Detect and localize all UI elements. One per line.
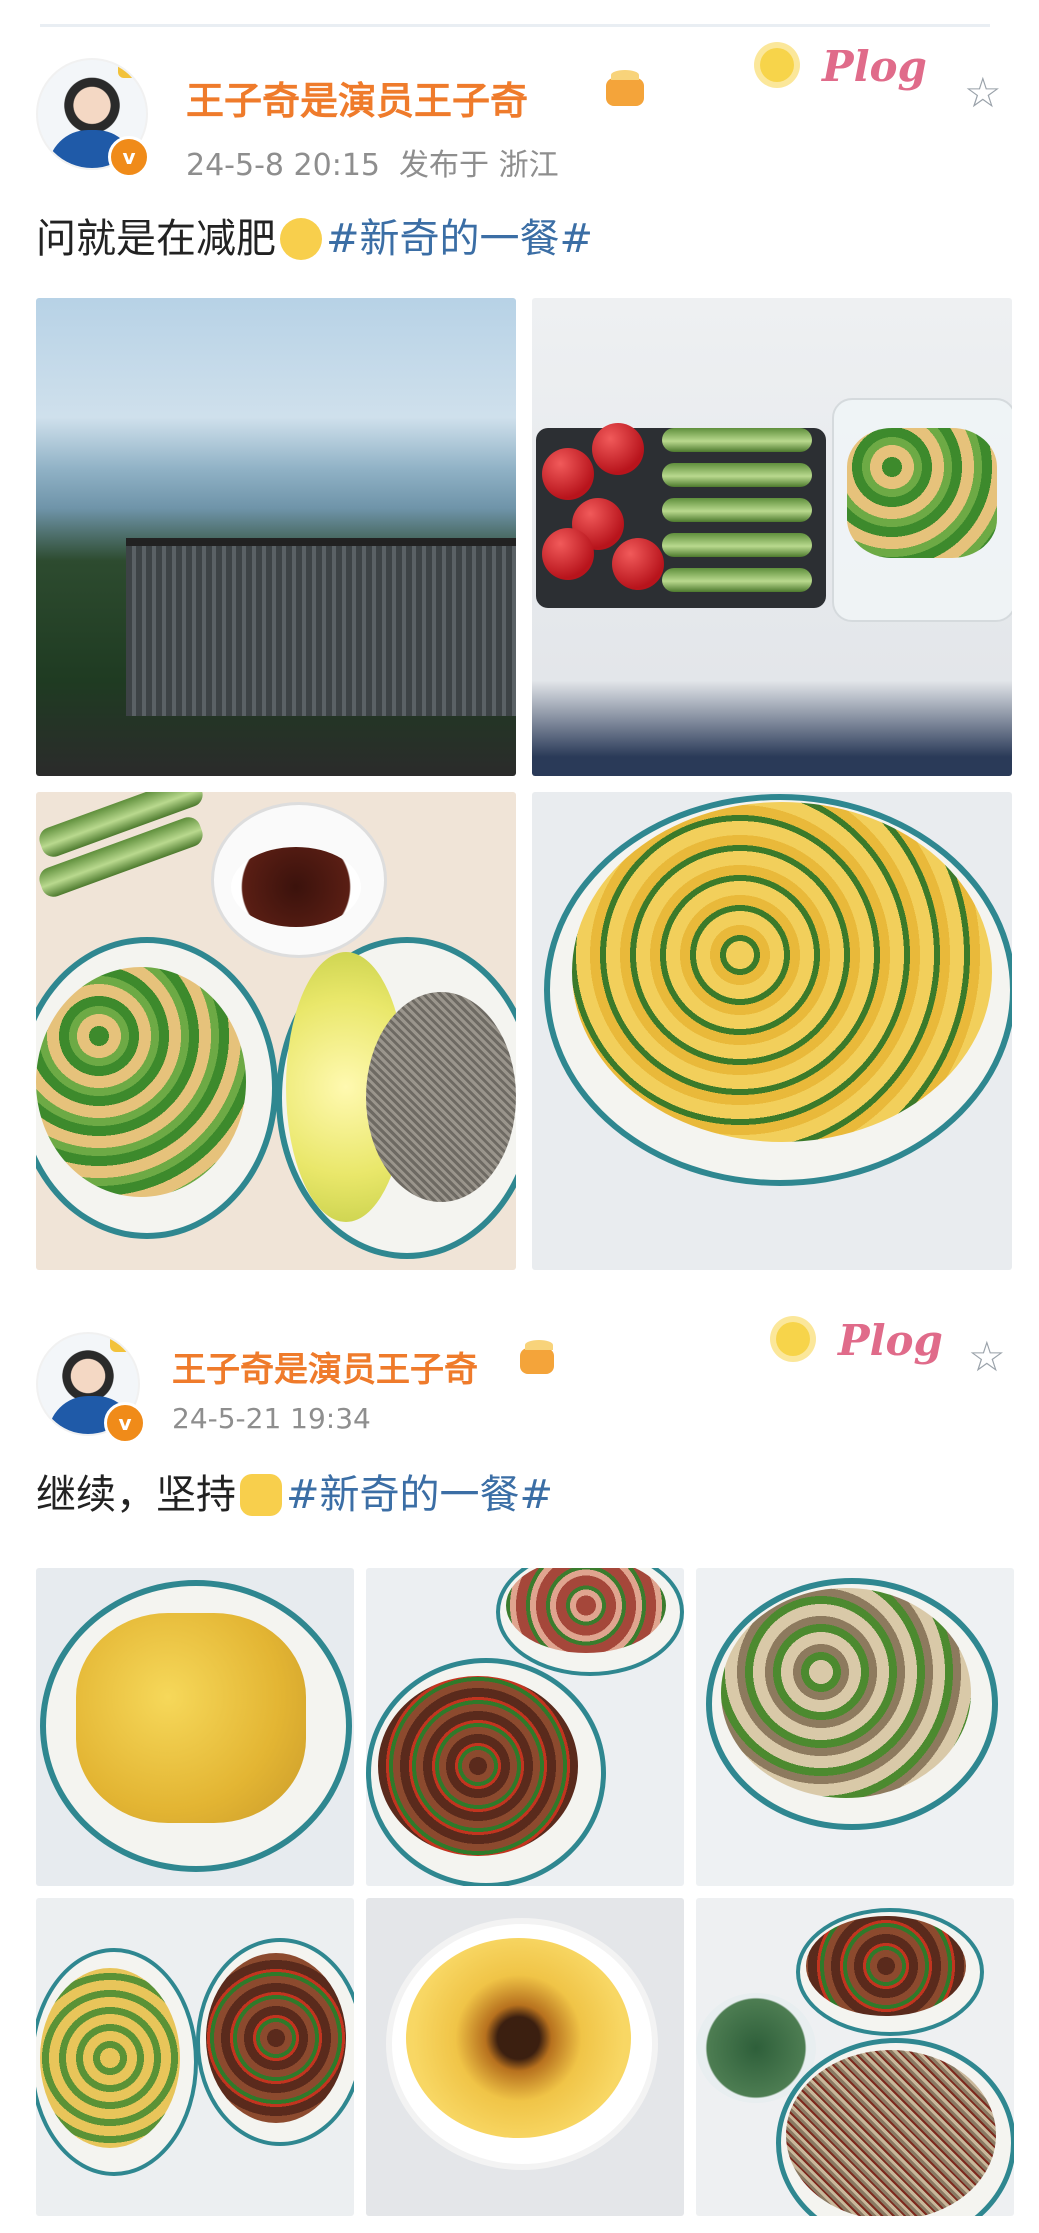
- crown-icon: [606, 70, 644, 106]
- photo-tomatoes-cucumbers-shrimp-salad[interactable]: [532, 298, 1012, 776]
- post-2: v 王子奇是演员王子奇 24-5-21 19:34 Plog ☆ 继续，坚持 #新…: [0, 1290, 1039, 2230]
- beef-with-peppers: [378, 1676, 578, 1856]
- crown-icon: [520, 1340, 554, 1374]
- cucumber-stick: [662, 568, 812, 592]
- star-icon[interactable]: ☆: [964, 72, 1002, 114]
- photo-snow-peas-noodles-lettuce[interactable]: [36, 792, 516, 1270]
- plog-badge: Plog: [776, 1310, 976, 1380]
- meat-stirfry: [806, 1916, 966, 2016]
- egg-custard: [406, 1938, 631, 2138]
- dipping-sauce: [231, 847, 361, 927]
- roof-shape: [126, 538, 516, 716]
- author-name[interactable]: 王子奇是演员王子奇: [186, 70, 528, 125]
- cucumber-egg: [40, 1968, 180, 2148]
- author-name[interactable]: 王子奇是演员王子奇: [172, 1342, 478, 1391]
- hashtag-link[interactable]: #新奇的一餐#: [326, 216, 593, 262]
- hashtag-link[interactable]: #新奇的一餐#: [286, 1472, 553, 1518]
- shrimp-salad: [847, 428, 997, 558]
- braised-beef: [206, 1953, 346, 2123]
- crown-icon: [110, 1336, 132, 1352]
- post-meta: 24-5-8 20:15 发布于 浙江: [186, 148, 559, 183]
- cucumber-stick: [662, 428, 812, 452]
- noodles-with-meat: [786, 2050, 996, 2216]
- flower-icon: [776, 1322, 810, 1356]
- v-badge-icon: v: [108, 136, 150, 178]
- tomato: [612, 538, 664, 590]
- post-text: 继续，坚持 #新奇的一餐#: [36, 1462, 553, 1520]
- post-text: 问就是在减肥 #新奇的一餐#: [36, 206, 593, 264]
- photo-cucumber-egg-and-beef[interactable]: [36, 1898, 354, 2216]
- snow-peas-chicken: [36, 967, 246, 1197]
- photo-meat-platter-and-beef-peppers[interactable]: [366, 1568, 684, 1886]
- flower-icon: [760, 48, 794, 82]
- photo-rooftop-view[interactable]: [36, 298, 516, 776]
- plog-badge: Plog: [760, 36, 960, 106]
- star-icon[interactable]: ☆: [968, 1336, 1006, 1378]
- scrambled-eggs: [572, 802, 992, 1142]
- v-badge-icon: v: [104, 1402, 146, 1444]
- photo-mushroom-cucumber-stirfry[interactable]: [696, 1568, 1014, 1886]
- cucumber-stick: [662, 463, 812, 487]
- scrambled-eggs: [76, 1613, 306, 1823]
- face-emoji-icon: [280, 218, 322, 260]
- photo-greens-soup-and-noodles[interactable]: [696, 1898, 1014, 2216]
- mushroom-stirfry: [721, 1588, 971, 1798]
- buckwheat-noodles: [366, 992, 516, 1202]
- photo-steamed-egg-custard[interactable]: [366, 1898, 684, 2216]
- post-meta: 24-5-21 19:34: [172, 1402, 371, 1435]
- fist-emoji-icon: [240, 1474, 282, 1516]
- tomato: [542, 528, 594, 580]
- post-body: 继续，坚持: [36, 1472, 236, 1518]
- post-1: v 王子奇是演员王子奇 24-5-8 20:15 发布于 浙江 Plog ☆ 问…: [0, 0, 1039, 1270]
- tomato: [592, 423, 644, 475]
- crown-icon: [118, 62, 140, 78]
- cucumber-stick: [662, 533, 812, 557]
- photo-scrambled-eggs-cucumber[interactable]: [532, 792, 1012, 1270]
- photo-scrambled-eggs[interactable]: [36, 1568, 354, 1886]
- tomato: [542, 448, 594, 500]
- post-body: 问就是在减肥: [36, 216, 276, 262]
- cucumber-stick: [662, 498, 812, 522]
